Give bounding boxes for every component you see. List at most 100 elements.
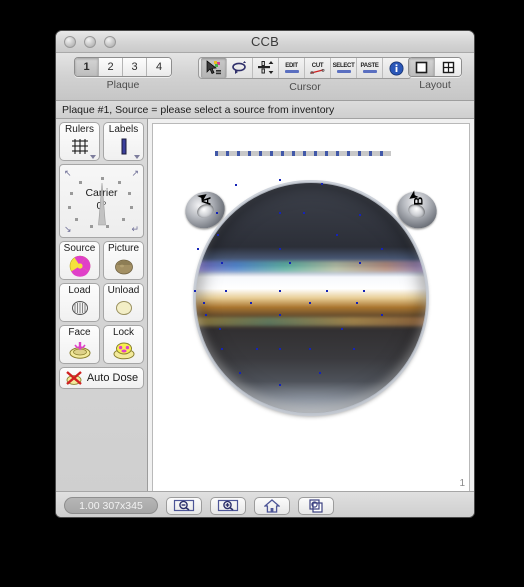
tools-sidebar: Rulers Labels ↖ ↗ ↘ ↵ Source Picture Loa…	[56, 119, 148, 491]
face-dish-icon	[68, 339, 92, 361]
labels-button[interactable]: Labels	[103, 122, 144, 161]
quad-pane-icon	[442, 61, 454, 73]
lock-button-label: Lock	[112, 327, 135, 338]
arrow-select-tool[interactable]	[201, 58, 227, 78]
plaque-segmented-control[interactable]: 1 2 3 4	[74, 57, 172, 77]
plaque-tab-4[interactable]: 4	[147, 58, 171, 76]
window-titlebar[interactable]: CCB	[56, 31, 474, 53]
paste-tool-label: PASTE	[360, 63, 379, 69]
grid-icon	[70, 136, 90, 158]
status-strip: Plaque #1, Source = please select a sour…	[56, 101, 474, 119]
page-number: 1	[459, 478, 465, 489]
duplicate-icon	[309, 498, 323, 513]
rulers-button-label: Rulers	[65, 124, 94, 135]
unload-disc-icon	[113, 297, 135, 319]
edit-tool[interactable]: EDIT	[279, 58, 305, 78]
home-icon	[264, 498, 280, 513]
face-button[interactable]: Face	[59, 325, 100, 364]
desktop-background: CCB 1 2 3 4 Plaque EDIT CUT SELECT PASTE…	[0, 0, 524, 587]
cut-tool[interactable]: CUT	[305, 58, 331, 78]
canvas-container: ➤ A ➤ B 1	[148, 119, 474, 491]
single-pane-icon	[415, 61, 428, 73]
lock-button[interactable]: Lock	[103, 325, 144, 364]
edit-tool-bar	[284, 70, 299, 73]
layout-group-label: Layout	[419, 79, 451, 91]
no-dose-icon	[65, 370, 83, 386]
select-tool-bar	[336, 70, 351, 73]
sidebar-row-face-lock: Face Lock	[59, 325, 144, 364]
cursor-group-label: Cursor	[289, 81, 321, 93]
status-message: Plaque #1, Source = please select a sour…	[62, 103, 335, 116]
info-tool[interactable]	[383, 58, 409, 78]
carrier-dial[interactable]: ↖ ↗ ↘ ↵ Carrier	[59, 164, 144, 238]
auto-dose-button[interactable]: Auto Dose	[59, 367, 144, 389]
sidebar-row-load-unload: Load Unload	[59, 283, 144, 322]
plaque-dome	[195, 182, 427, 414]
plaque-object[interactable]: ➤ A ➤ B	[179, 170, 443, 420]
marker-label-a: A	[199, 196, 214, 206]
close-button[interactable]	[64, 35, 76, 48]
ccb-application-window: CCB 1 2 3 4 Plaque EDIT CUT SELECT PASTE…	[55, 30, 475, 518]
rotate-tool[interactable]	[227, 58, 253, 78]
labels-disclosure-icon[interactable]	[134, 155, 140, 159]
plaque-tab-1[interactable]: 1	[75, 58, 99, 76]
plaque-tab-2[interactable]: 2	[99, 58, 123, 76]
radiation-icon	[69, 255, 91, 277]
dashed-ruler[interactable]	[215, 151, 391, 156]
picture-button[interactable]: Picture	[103, 241, 144, 280]
marker-label-b: B	[411, 196, 426, 206]
layout-single-view[interactable]	[409, 58, 435, 76]
sidebar-row-source-picture: Source Picture	[59, 241, 144, 280]
rulers-disclosure-icon[interactable]	[90, 155, 96, 159]
cursor-toolbar[interactable]: EDIT CUT SELECT PASTE	[198, 57, 412, 79]
potato-icon	[113, 255, 135, 277]
zoom-out-button[interactable]	[166, 496, 202, 515]
carrier-arrow-tr[interactable]: ↗	[131, 169, 139, 178]
picture-button-label: Picture	[107, 243, 140, 254]
labels-button-label: Labels	[108, 124, 139, 135]
select-tool[interactable]: SELECT	[331, 58, 357, 78]
window-title: CCB	[250, 34, 280, 49]
window-controls	[64, 35, 116, 48]
scissors-icon	[310, 68, 325, 74]
carrier-arrow-br[interactable]: ↵	[131, 225, 139, 234]
image-canvas[interactable]: ➤ A ➤ B 1	[152, 123, 470, 491]
source-button-label: Source	[63, 243, 96, 254]
main-toolbar: 1 2 3 4 Plaque EDIT CUT SELECT PASTE Cur…	[56, 53, 474, 101]
home-button[interactable]	[254, 496, 290, 515]
select-tool-label: SELECT	[332, 63, 355, 69]
layout-quad-view[interactable]	[435, 58, 461, 76]
plaque-tab-3[interactable]: 3	[123, 58, 147, 76]
paste-tool[interactable]: PASTE	[357, 58, 383, 78]
zoom-button[interactable]	[104, 35, 116, 48]
edit-tool-label: EDIT	[285, 63, 298, 69]
layout-segmented-control[interactable]	[408, 57, 462, 77]
move-adjust-tool[interactable]	[253, 58, 279, 78]
zoom-in-icon	[217, 499, 239, 512]
unload-button[interactable]: Unload	[103, 283, 144, 322]
duplicate-view-button[interactable]	[298, 496, 334, 515]
auto-dose-label: Auto Dose	[86, 372, 139, 384]
lock-dish-icon	[112, 339, 136, 361]
zoom-readout[interactable]: 1.00 307x345	[64, 497, 158, 514]
source-button[interactable]: Source	[59, 241, 100, 280]
info-icon	[389, 61, 403, 75]
carrier-needle	[97, 182, 106, 226]
zoom-in-button[interactable]	[210, 496, 246, 515]
window-body: Rulers Labels ↖ ↗ ↘ ↵ Source Picture Loa…	[56, 119, 474, 491]
carrier-arrow-bl[interactable]: ↘	[64, 225, 72, 234]
zoom-out-icon	[173, 499, 195, 512]
cursor-group: EDIT CUT SELECT PASTE Cursor	[198, 57, 412, 93]
plaque-group: 1 2 3 4 Plaque	[74, 57, 172, 91]
sidebar-row-rulers-labels: Rulers Labels	[59, 122, 144, 161]
face-button-label: Face	[68, 327, 91, 338]
rulers-button[interactable]: Rulers	[59, 122, 100, 161]
minimize-button[interactable]	[84, 35, 96, 48]
load-button[interactable]: Load	[59, 283, 100, 322]
unload-button-label: Unload	[107, 285, 140, 296]
load-disc-icon	[69, 297, 91, 319]
bar-icon	[114, 136, 134, 158]
plaque-group-label: Plaque	[106, 79, 140, 91]
carrier-arrow-tl[interactable]: ↖	[64, 169, 72, 178]
paste-tool-bar	[362, 70, 377, 73]
